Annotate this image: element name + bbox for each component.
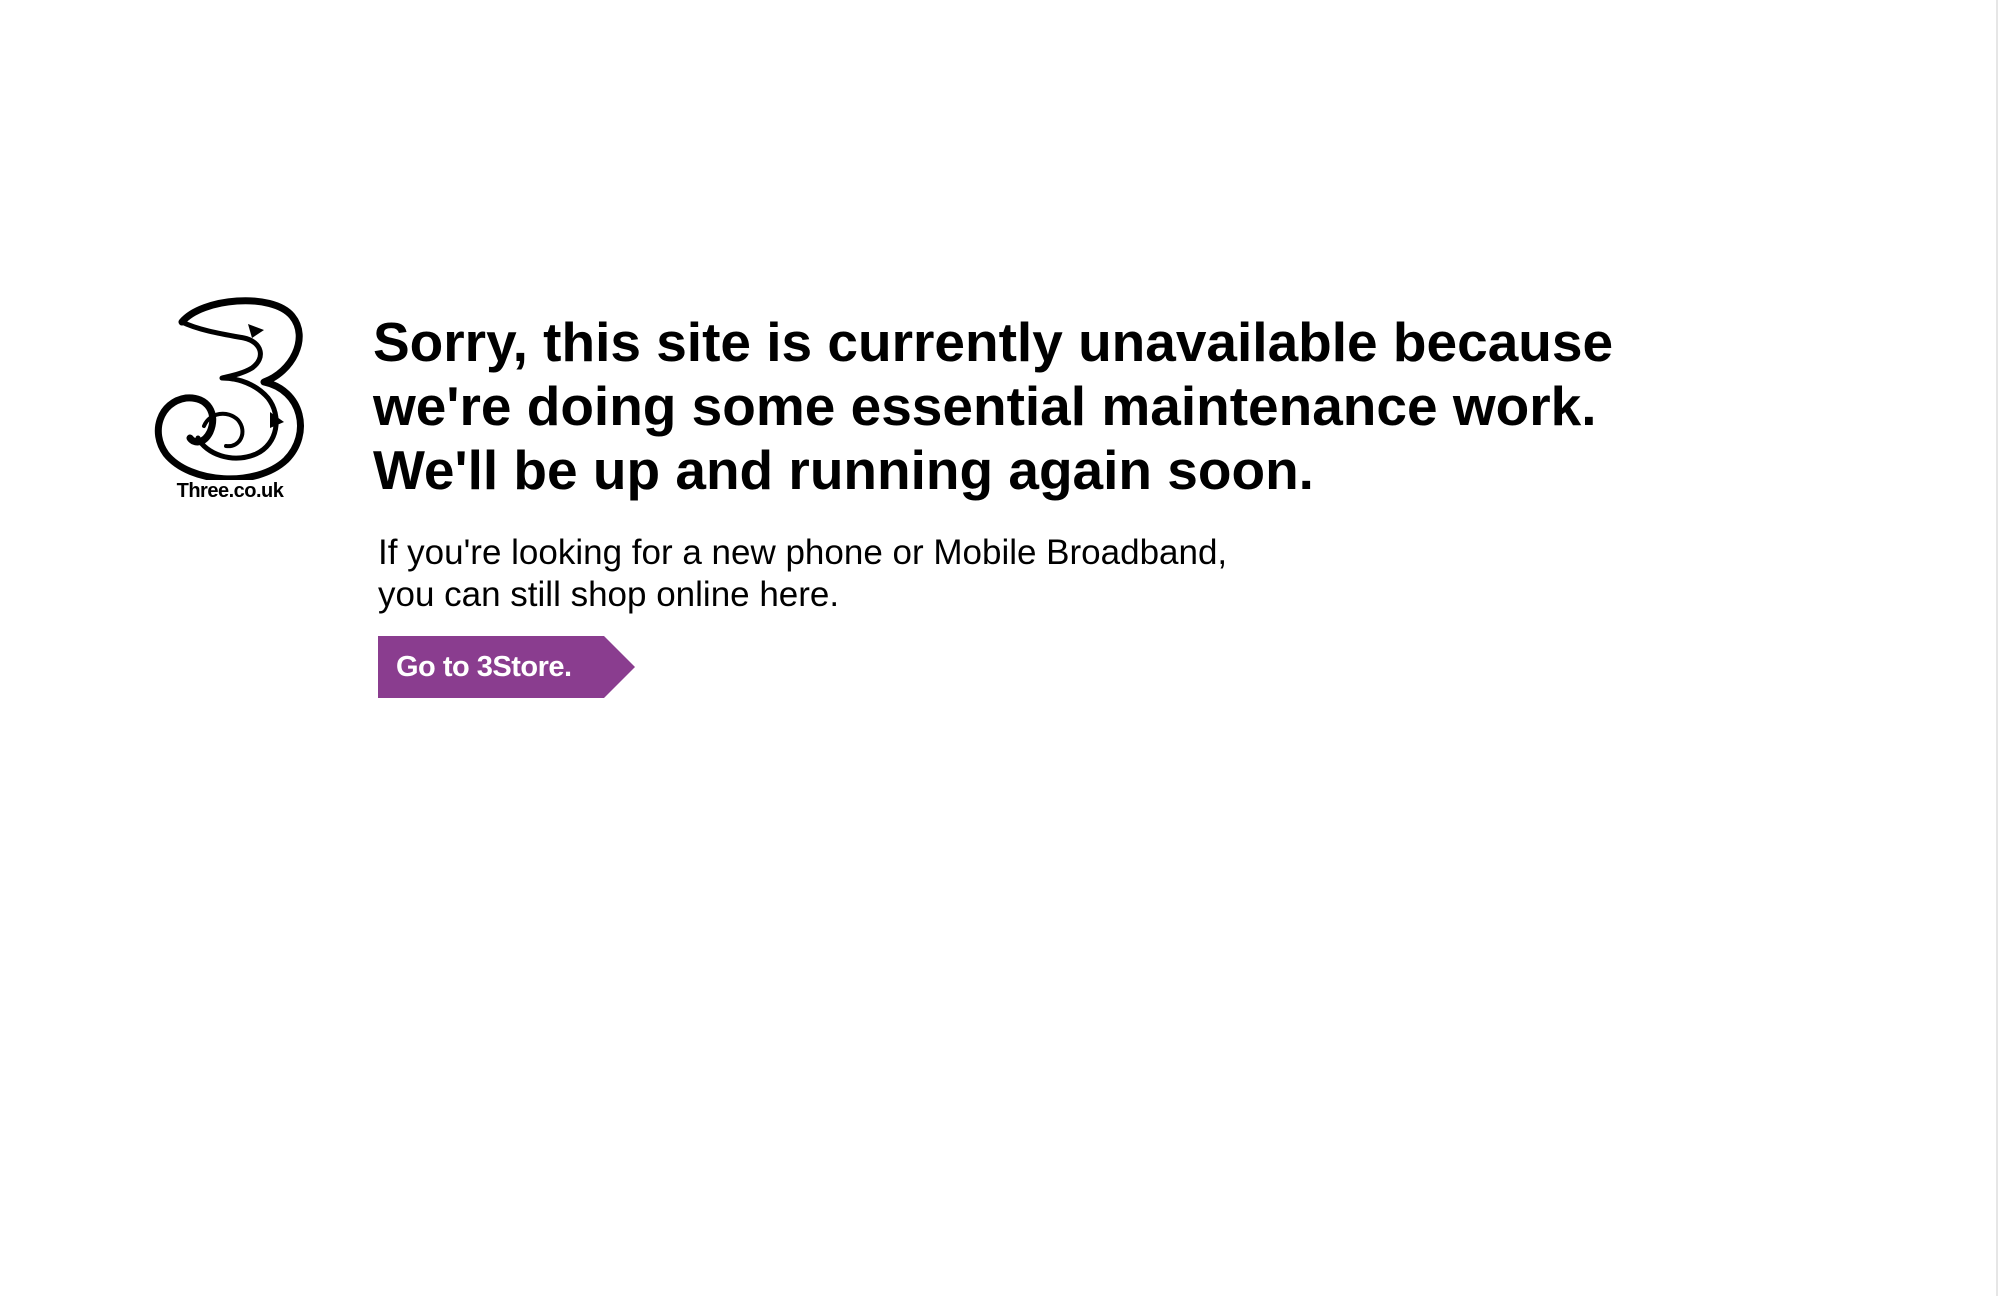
go-to-3store-button[interactable]: Go to 3Store.: [378, 636, 635, 698]
shop-message-line: If you're looking for a new phone or Mob…: [378, 533, 1228, 572]
page-title: Sorry, this site is currently unavailabl…: [373, 310, 1673, 502]
logo-text: Three.co.uk: [176, 480, 284, 502]
headline-line: Sorry, this site is currently unavailabl…: [373, 311, 1614, 373]
maintenance-page: Three.co.uk Sorry, this site is currentl…: [0, 0, 1998, 1296]
headline-line: we're doing some essential maintenance w…: [373, 375, 1597, 437]
headline-line: We'll be up and running again soon.: [373, 439, 1314, 501]
store-button-label: Go to 3Store.: [396, 651, 572, 683]
three-logo-icon: [154, 297, 304, 480]
main-content: Sorry, this site is currently unavailabl…: [373, 310, 1673, 703]
three-logo: Three.co.uk: [152, 294, 308, 508]
shop-message-line: you can still shop online here.: [378, 575, 840, 614]
shop-message: If you're looking for a new phone or Mob…: [378, 532, 1673, 616]
